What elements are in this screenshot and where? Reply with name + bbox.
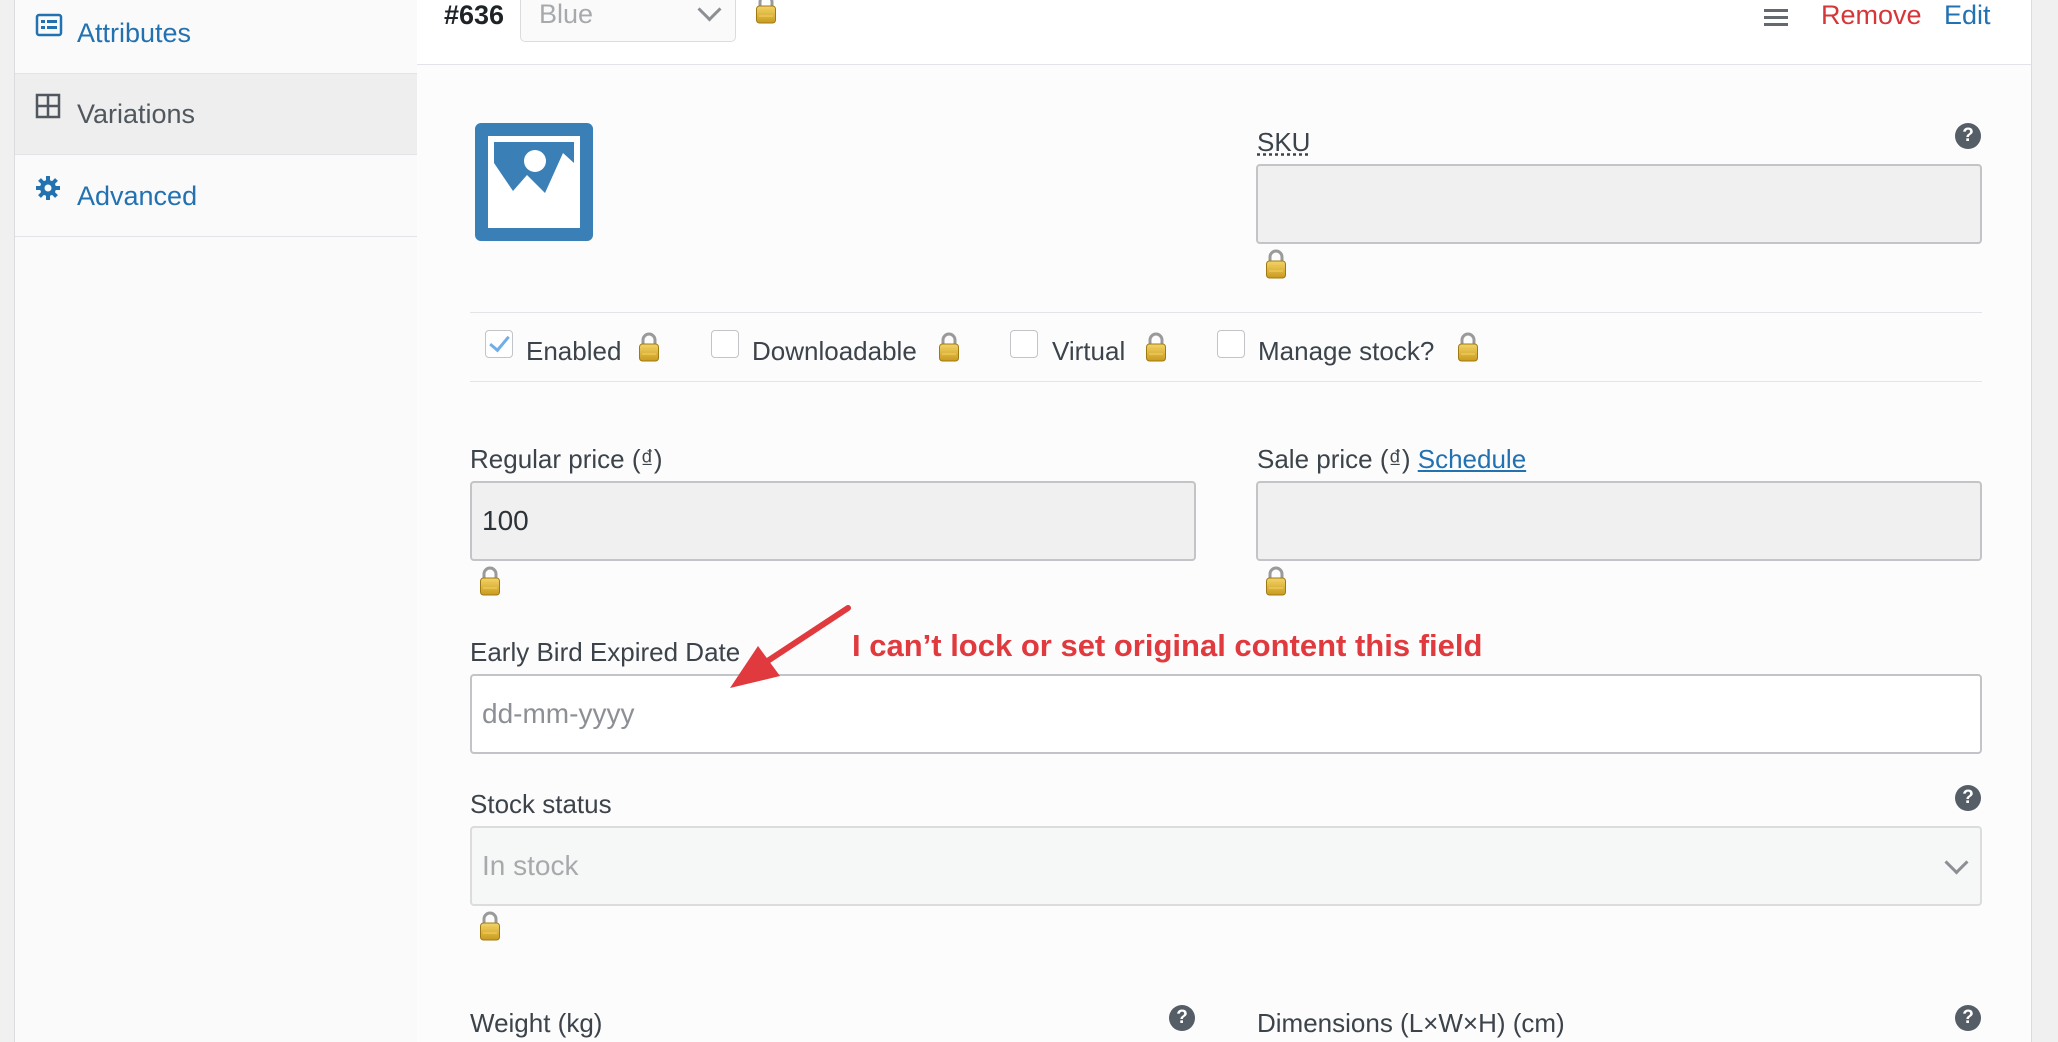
regular-price-label: Regular price (₫) xyxy=(470,444,663,474)
manage-stock-checkbox[interactable] xyxy=(1217,330,1245,358)
tab-advanced-label: Advanced xyxy=(77,180,198,211)
drag-handle-icon[interactable] xyxy=(1764,9,1788,26)
sale-price-label-text: Sale price (₫) xyxy=(1257,444,1411,474)
enabled-label: Enabled xyxy=(526,336,622,366)
lock-icon[interactable] xyxy=(938,331,960,363)
chevron-down-icon xyxy=(1944,850,1969,875)
edit-link[interactable]: Edit xyxy=(1944,0,1991,31)
early-bird-date-input[interactable]: dd-mm-yyyy xyxy=(470,674,1982,754)
sale-price-label: Sale price (₫) Schedule xyxy=(1257,444,1526,475)
sale-price-input[interactable] xyxy=(1256,481,1982,561)
divider xyxy=(470,381,1982,382)
lock-icon[interactable] xyxy=(755,0,777,25)
tab-advanced[interactable]: Advanced xyxy=(15,156,417,237)
help-icon[interactable]: ? xyxy=(1955,1005,1981,1031)
lock-icon[interactable] xyxy=(638,331,660,363)
chevron-down-icon xyxy=(697,0,722,22)
attribute-select[interactable]: Blue xyxy=(520,0,736,42)
stock-status-label: Stock status xyxy=(470,789,612,819)
downloadable-label: Downloadable xyxy=(752,336,917,366)
attribute-select-value: Blue xyxy=(539,0,594,29)
regular-price-input[interactable]: 100 xyxy=(470,481,1196,561)
lock-icon[interactable] xyxy=(479,910,501,942)
tab-attributes[interactable]: Attributes xyxy=(15,0,417,74)
tab-variations[interactable]: Variations xyxy=(15,74,417,155)
schedule-link[interactable]: Schedule xyxy=(1418,444,1526,474)
help-icon[interactable]: ? xyxy=(1169,1005,1195,1031)
help-icon[interactable]: ? xyxy=(1955,123,1981,149)
sku-label: SKU xyxy=(1257,127,1311,157)
divider xyxy=(470,312,1982,313)
attributes-icon xyxy=(35,13,63,37)
tab-attributes-label: Attributes xyxy=(77,17,192,48)
stock-status-value: In stock xyxy=(482,850,579,881)
help-icon[interactable]: ? xyxy=(1955,785,1981,811)
lock-icon[interactable] xyxy=(1265,565,1287,597)
stock-status-select[interactable]: In stock xyxy=(470,826,1982,906)
annotation-text: I can’t lock or set original content thi… xyxy=(852,628,1483,663)
lock-icon[interactable] xyxy=(479,565,501,597)
variation-image-placeholder-icon[interactable] xyxy=(475,123,593,241)
enabled-checkbox[interactable] xyxy=(485,330,513,358)
dimensions-label: Dimensions (L×W×H) (cm) xyxy=(1257,1008,1565,1038)
annotation-arrow-icon xyxy=(730,605,851,688)
sku-input[interactable] xyxy=(1256,164,1982,244)
lock-icon[interactable] xyxy=(1145,331,1167,363)
lock-icon[interactable] xyxy=(1265,248,1287,280)
downloadable-checkbox[interactable] xyxy=(711,330,739,358)
gear-icon xyxy=(36,176,60,200)
lock-icon[interactable] xyxy=(1457,331,1479,363)
grid-icon xyxy=(35,93,61,119)
tab-variations-label: Variations xyxy=(77,98,196,129)
virtual-checkbox[interactable] xyxy=(1010,330,1038,358)
remove-link[interactable]: Remove xyxy=(1821,0,1922,31)
manage-stock-label: Manage stock? xyxy=(1258,336,1435,366)
product-data-tabs: Attributes Variations Advanced xyxy=(14,0,418,1042)
virtual-label: Virtual xyxy=(1052,336,1126,366)
variation-id: #636 xyxy=(444,0,505,30)
weight-label: Weight (kg) xyxy=(470,1008,603,1038)
